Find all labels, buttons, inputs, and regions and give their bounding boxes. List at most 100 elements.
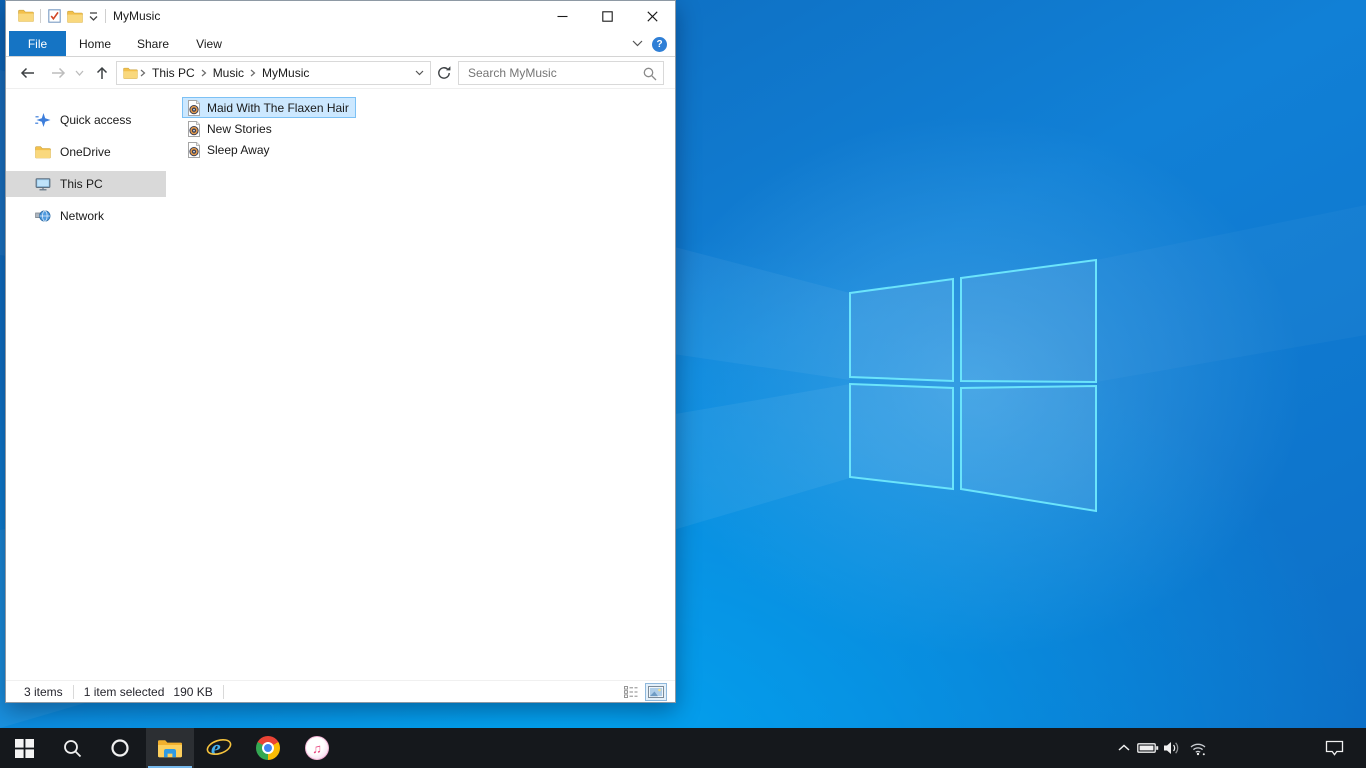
search-box[interactable]: [458, 61, 664, 85]
battery-tray-button[interactable]: [1136, 728, 1160, 768]
navigation-pane: Quick access OneDrive This PC Network: [6, 90, 166, 679]
hidden-icons-button[interactable]: [1114, 728, 1134, 768]
battery-icon: [1137, 743, 1159, 753]
refresh-button[interactable]: [436, 65, 452, 81]
volume-icon: [1164, 742, 1179, 754]
status-separator: [72, 684, 74, 699]
status-item-count: 3 items: [24, 684, 63, 699]
start-button[interactable]: [0, 728, 48, 768]
file-name: Maid With The Flaxen Hair: [207, 100, 349, 115]
taskbar-chrome-button[interactable]: [244, 728, 292, 768]
help-button[interactable]: ?: [652, 37, 667, 52]
file-explorer-icon: [158, 739, 182, 757]
qat-separator: [40, 9, 41, 23]
file-list: Maid With The Flaxen Hair New Stories Sl…: [166, 90, 675, 679]
breadcrumb-separator-icon: [250, 69, 256, 77]
breadcrumb-this-pc[interactable]: This PC: [148, 66, 199, 80]
breadcrumb-mymusic[interactable]: MyMusic: [258, 66, 313, 80]
music-file-icon: [188, 120, 200, 137]
address-dropdown-chevron-icon[interactable]: [409, 70, 430, 76]
sidebar-item-onedrive[interactable]: OneDrive: [6, 139, 166, 165]
wifi-tray-button[interactable]: [1186, 728, 1210, 768]
search-icon[interactable]: [643, 67, 657, 81]
title-bar[interactable]: MyMusic: [6, 1, 675, 31]
action-center-icon: [1325, 740, 1343, 756]
file-explorer-window: MyMusic File Home Share View ? This PC M…: [5, 0, 676, 703]
taskbar-internet-explorer-button[interactable]: e: [195, 728, 243, 768]
window-controls: [540, 1, 675, 31]
sidebar-item-network[interactable]: Network: [6, 203, 166, 229]
taskbar-itunes-button[interactable]: ♫: [293, 728, 341, 768]
sidebar-item-label: This PC: [60, 177, 103, 191]
sidebar-item-this-pc[interactable]: This PC: [6, 171, 166, 197]
file-item-sleep-away[interactable]: Sleep Away: [182, 139, 277, 160]
file-item-maid-with-the-flaxen-hair[interactable]: Maid With The Flaxen Hair: [182, 97, 356, 118]
wifi-icon: [1190, 743, 1206, 755]
navigation-bar: This PC Music MyMusic: [6, 57, 675, 89]
window-title: MyMusic: [113, 9, 161, 23]
tab-view-label: View: [196, 36, 222, 51]
cortana-ring-icon: [111, 739, 129, 757]
recent-locations-chevron-icon[interactable]: [75, 70, 84, 77]
volume-tray-button[interactable]: [1160, 728, 1184, 768]
taskbar: e ♫: [0, 728, 1366, 768]
tab-share-label: Share: [136, 36, 170, 51]
back-button[interactable]: [19, 65, 36, 81]
onedrive-folder-icon: [35, 146, 51, 159]
file-item-new-stories[interactable]: New Stories: [182, 118, 279, 139]
file-name: Sleep Away: [207, 142, 270, 157]
desktop: MyMusic File Home Share View ? This PC M…: [0, 0, 1366, 768]
music-file-icon: [188, 141, 200, 158]
up-button[interactable]: [94, 65, 110, 81]
status-selection-size: 190 KB: [173, 684, 213, 699]
chrome-icon-center: [264, 744, 272, 752]
cortana-button[interactable]: [96, 728, 144, 768]
chrome-icon: [256, 736, 280, 760]
sidebar-item-label: Network: [60, 209, 105, 223]
large-icons-view-button[interactable]: [645, 683, 667, 701]
sidebar-item-label: OneDrive: [60, 145, 111, 159]
internet-explorer-icon: e: [206, 735, 232, 760]
tab-home-label: Home: [78, 36, 111, 51]
itunes-note-glyph: ♫: [312, 740, 322, 756]
address-folder-icon: [123, 67, 138, 79]
details-view-button[interactable]: [620, 683, 642, 701]
tab-home[interactable]: Home: [66, 31, 124, 56]
breadcrumb-separator-icon: [201, 69, 207, 77]
network-globe-icon: [35, 210, 51, 222]
qat-separator: [105, 9, 106, 23]
music-file-icon: [188, 99, 200, 116]
sidebar-item-label: Quick access: [60, 113, 132, 127]
customize-quick-access-toolbar-icon[interactable]: [88, 11, 99, 22]
new-folder-icon[interactable]: [67, 10, 83, 23]
action-center-button[interactable]: [1322, 728, 1346, 768]
search-input[interactable]: [459, 62, 663, 84]
address-bar[interactable]: This PC Music MyMusic: [116, 61, 431, 85]
itunes-icon: ♫: [305, 736, 329, 760]
ribbon-tab-bar: File Home Share View ?: [6, 31, 675, 57]
tab-file-label: File: [27, 36, 48, 51]
hidden-icons-chevron-icon: [1118, 744, 1130, 751]
expand-ribbon-chevron-icon[interactable]: [632, 40, 643, 47]
status-bar: 3 items 1 item selected 190 KB: [6, 680, 675, 702]
status-selection: 1 item selected: [83, 684, 165, 699]
minimize-button[interactable]: [540, 1, 585, 31]
maximize-button[interactable]: [585, 1, 630, 31]
file-name: New Stories: [207, 121, 272, 136]
forward-button[interactable]: [50, 65, 67, 81]
quick-access-star-icon: [35, 113, 51, 127]
close-button[interactable]: [630, 1, 675, 31]
breadcrumb-music[interactable]: Music: [209, 66, 248, 80]
taskbar-search-button[interactable]: [48, 728, 96, 768]
close-icon: [647, 10, 658, 22]
tab-share[interactable]: Share: [124, 31, 182, 56]
tab-file[interactable]: File: [9, 31, 66, 56]
taskbar-file-explorer-button[interactable]: [146, 728, 194, 768]
tab-view[interactable]: View: [182, 31, 236, 56]
this-pc-monitor-icon: [35, 178, 51, 191]
search-icon: [63, 739, 81, 757]
sidebar-item-quick-access[interactable]: Quick access: [6, 107, 166, 133]
windows-logo-icon: [14, 738, 34, 758]
properties-check-icon[interactable]: [48, 9, 61, 23]
large-icons-view-icon: [648, 686, 664, 698]
